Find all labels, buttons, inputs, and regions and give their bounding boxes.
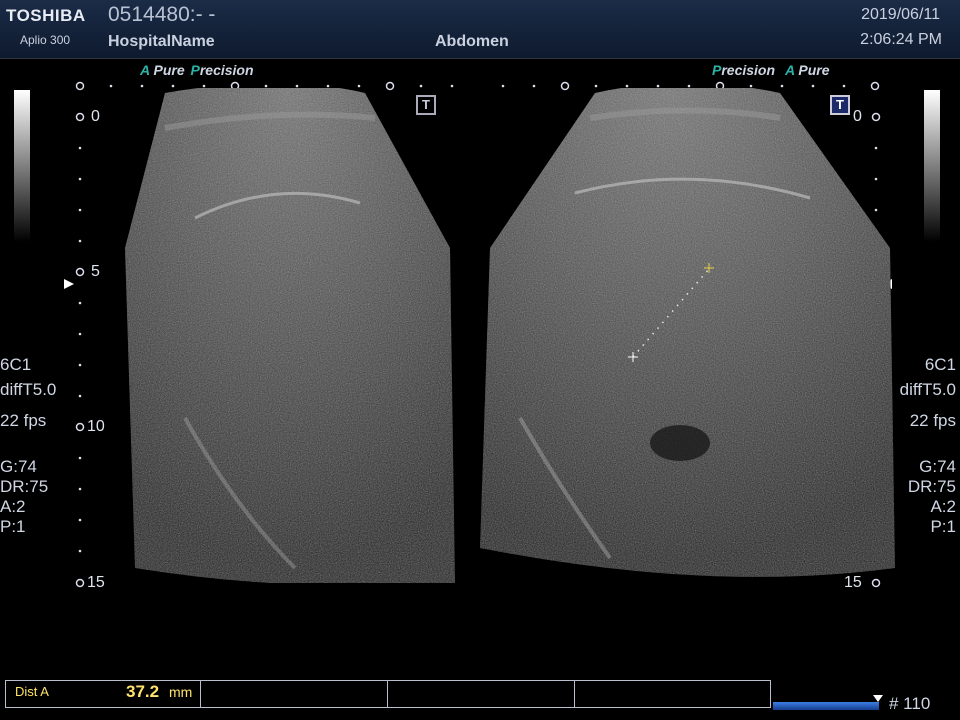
gain-right: G:74 [919, 457, 956, 476]
param-p-right: P:1 [930, 517, 956, 536]
depth-label-0-left: 0 [91, 108, 100, 125]
t-marker-icon-right[interactable]: T [830, 95, 850, 115]
cine-position-marker-icon[interactable] [873, 695, 883, 702]
measurement-table: Dist A 37.2 mm [5, 680, 771, 708]
depth-label-10-left: 10 [87, 418, 105, 435]
measurement-cell-1[interactable]: Dist A 37.2 mm [6, 681, 201, 707]
ultrasound-image-right [480, 88, 895, 577]
measurement-cell-2[interactable] [201, 681, 388, 707]
param-p-left: P:1 [0, 517, 26, 536]
ultrasound-image-left [125, 88, 455, 583]
transducer-right: 6C1 [924, 355, 956, 374]
dynamic-range-left: DR:75 [0, 477, 49, 496]
measurement-label: Dist A [15, 684, 49, 699]
dynamic-range-right: DR:75 [907, 477, 956, 496]
param-a-right: A:2 [930, 497, 956, 516]
param-a-left: A:2 [0, 497, 26, 516]
fps-left: 22 fps [0, 411, 47, 430]
measurement-cell-4[interactable] [575, 681, 770, 707]
measurement-unit: mm [169, 684, 193, 700]
mode-left: diffT5.0 [0, 380, 57, 399]
mode-right: diffT5.0 [899, 380, 956, 399]
cine-progress-bar[interactable] [773, 702, 879, 710]
transducer-left: 6C1 [0, 355, 32, 374]
measurement-cell-3[interactable] [388, 681, 575, 707]
measurement-value: 37.2 [126, 682, 160, 701]
t-marker-icon-left[interactable]: T [416, 95, 436, 115]
fps-right: 22 fps [909, 411, 956, 430]
gain-left: G:74 [0, 457, 37, 476]
depth-label-15-left: 15 [87, 574, 105, 591]
frame-number: # 110 [889, 694, 931, 713]
depth-label-5-left: 5 [91, 263, 100, 280]
